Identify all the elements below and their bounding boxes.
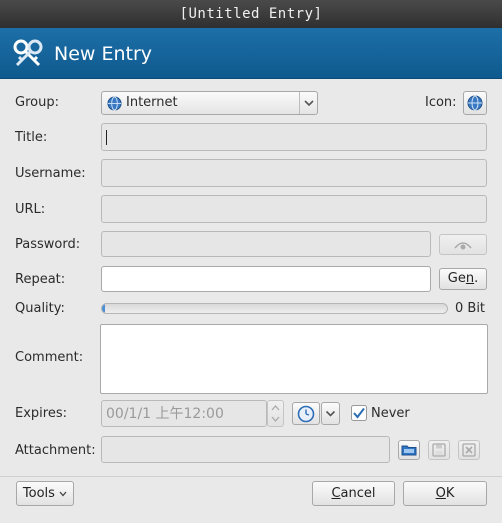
quality-bar: [101, 303, 448, 314]
never-label: Never: [371, 406, 410, 421]
globe-icon: [467, 95, 483, 111]
quality-label: Quality:: [15, 301, 65, 316]
keys-icon: [13, 39, 43, 67]
gen-label-accel: n: [465, 271, 475, 286]
title-label: Title:: [15, 130, 48, 145]
url-label: URL:: [15, 202, 46, 217]
header-banner: New Entry: [0, 28, 502, 79]
icon-button[interactable]: [463, 91, 487, 115]
group-value: Internet: [126, 95, 178, 110]
ok-button[interactable]: OK: [403, 481, 487, 506]
delete-icon: [462, 443, 476, 457]
ok-accel: O: [435, 486, 446, 501]
group-select[interactable]: Internet: [101, 91, 318, 115]
cancel-rest: ancel: [340, 486, 376, 501]
attachment-label: Attachment:: [15, 443, 96, 458]
repeat-input[interactable]: [101, 266, 431, 292]
generate-button[interactable]: Gen.: [439, 268, 487, 290]
expires-label: Expires:: [15, 406, 67, 421]
save-attachment-button[interactable]: [428, 440, 450, 460]
tools-label: Tools: [22, 486, 55, 501]
username-label: Username:: [15, 166, 86, 181]
chevron-down-icon: [59, 491, 67, 497]
attach-file-button[interactable]: [398, 440, 420, 460]
expires-input[interactable]: 00/1/1 上午12:00: [101, 400, 267, 427]
ok-rest: K: [445, 486, 455, 501]
attachment-input[interactable]: [101, 436, 390, 463]
spinner-arrows-icon: [271, 405, 280, 422]
password-label: Password:: [15, 237, 81, 252]
icon-label: Icon:: [425, 95, 457, 110]
quality-value: 0 Bit: [455, 301, 486, 316]
date-picker-button[interactable]: [292, 402, 320, 425]
gen-label-suffix: .: [474, 271, 479, 286]
gen-label-prefix: Ge: [447, 271, 466, 286]
chevron-down-icon: [299, 92, 317, 114]
delete-attachment-button[interactable]: [458, 440, 480, 460]
text-caret: [106, 130, 107, 145]
never-checkbox[interactable]: [351, 405, 367, 421]
chevron-down-icon: [325, 410, 336, 417]
window-title: [Untitled Entry]: [179, 6, 323, 22]
globe-icon: [107, 96, 122, 111]
group-label: Group:: [15, 95, 59, 110]
username-input[interactable]: [101, 159, 487, 187]
toggle-password-button[interactable]: [439, 234, 487, 255]
footer-divider: [0, 476, 502, 477]
repeat-label: Repeat:: [15, 272, 66, 287]
clock-icon: [297, 405, 315, 423]
cancel-accel: C: [331, 486, 341, 501]
title-input[interactable]: [101, 123, 487, 151]
eye-icon: [454, 242, 472, 250]
folder-open-icon: [401, 445, 417, 456]
password-input[interactable]: [101, 231, 431, 257]
url-input[interactable]: [101, 195, 487, 223]
expires-value: 00/1/1 上午12:00: [106, 406, 224, 422]
save-icon: [432, 443, 446, 457]
cancel-button[interactable]: Cancel: [312, 481, 395, 506]
comment-textarea[interactable]: [100, 324, 488, 394]
expires-preset-dropdown[interactable]: [321, 402, 340, 425]
tools-button[interactable]: Tools: [16, 481, 74, 506]
quality-bar-fill: [102, 304, 106, 313]
expires-spinner[interactable]: [267, 400, 284, 427]
comment-label: Comment:: [15, 350, 84, 365]
banner-title: New Entry: [54, 43, 153, 65]
window-titlebar: [Untitled Entry]: [0, 0, 502, 28]
